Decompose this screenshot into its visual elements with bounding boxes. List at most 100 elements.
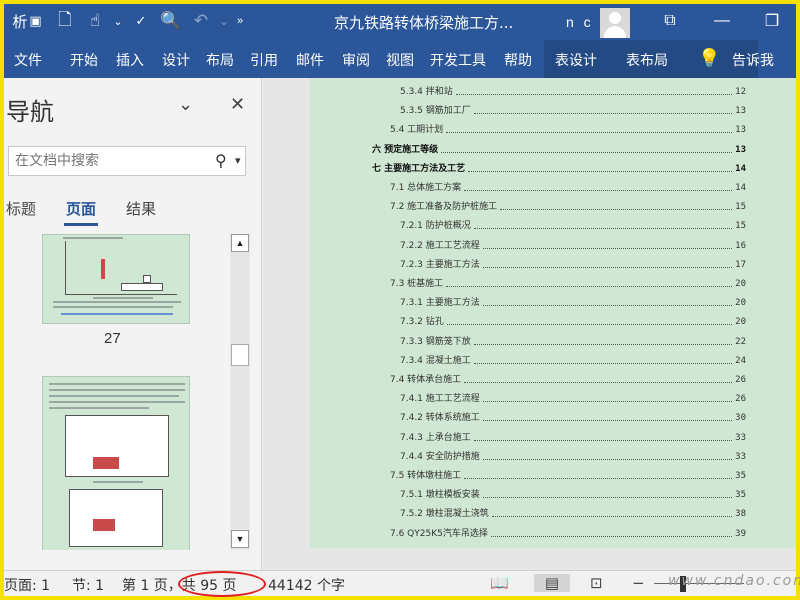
toc-entry-page: 33 (735, 451, 746, 462)
toc-entry-text: 7.3 桩基施工 (390, 279, 444, 289)
toc-entry[interactable]: 7.5.2 墩柱混凝土浇筑 38 (400, 500, 746, 519)
toc-entry-page: 24 (735, 355, 746, 366)
print-layout-icon[interactable]: ▤ (534, 574, 570, 592)
app-icon[interactable]: 析 ▣ (4, 4, 50, 38)
nav-tab-headings[interactable]: 标题 (6, 198, 36, 219)
toc-entry[interactable]: 7.3.1 主要施工方法 20 (400, 289, 746, 308)
restore-icon[interactable]: ❐ (750, 4, 794, 38)
touch-mode-icon[interactable]: ☝ (80, 4, 110, 38)
tab-review[interactable]: 审阅 (342, 50, 370, 70)
scroll-up-icon[interactable]: ▲ (231, 234, 249, 252)
toc-entry-page: 20 (735, 298, 746, 309)
web-layout-icon[interactable]: ⊡ (590, 574, 603, 592)
toc-entry-text: 7.3.2 钻孔 (400, 317, 444, 328)
toc-entry[interactable]: 7.6 QY25K5汽车吊选择 39 (390, 520, 746, 539)
toc-entry[interactable]: 7.2.3 主要施工方法 17 (400, 251, 746, 270)
title-bar: 析 ▣ 🗋 ☝ ⌄ ✓ 🔍 ↶ ⌄ » 京九铁路转体桥梁施工方... n c ⧉ … (4, 4, 796, 38)
toc-entry[interactable]: 7.2.2 施工工艺流程 16 (400, 232, 746, 251)
nav-tab-results[interactable]: 结果 (126, 198, 156, 219)
toc-entry[interactable]: 7.3.3 钢筋笼下放 22 (400, 328, 746, 347)
page-thumbnail-27[interactable] (42, 234, 190, 324)
nav-search-input[interactable] (9, 147, 209, 175)
search-icon[interactable]: ⚲ (215, 151, 227, 171)
scroll-down-icon[interactable]: ▼ (231, 530, 249, 548)
tab-layout[interactable]: 布局 (206, 50, 234, 70)
scroll-thumb[interactable] (231, 344, 249, 366)
toc-entry[interactable]: 7.5 转体墩柱施工 35 (390, 462, 746, 481)
toc-leader-dots (473, 343, 733, 345)
toc-entry[interactable]: 7.4.4 安全防护措施 33 (400, 443, 746, 462)
document-page[interactable]: 5.3.4 拌和站 12 5.3.5 钢筋加工厂 13 5.4 工期计划 13 六 预定施工… (310, 78, 796, 548)
toc-entry[interactable]: 5.3.5 钢筋加工厂 13 (400, 97, 746, 116)
toc-entry-text: 7.4.2 转体系统施工 (400, 413, 480, 424)
tab-insert[interactable]: 插入 (116, 50, 144, 70)
toc-entry[interactable]: 六 预定施工等级 13 (372, 136, 746, 155)
toc-entry[interactable]: 5.3.4 拌和站 12 (400, 78, 746, 97)
toc-entry-text: 7.5.2 墩柱混凝土浇筑 (400, 509, 489, 520)
toc-entry-text: 7.4.1 施工工艺流程 (400, 394, 480, 405)
toc-entry-text: 7.2.3 主要施工方法 (400, 259, 480, 270)
document-title: 京九铁路转体桥梁施工方... (334, 14, 514, 32)
toc-leader-dots (464, 382, 733, 383)
toc-entry[interactable]: 7.2.1 防护桩概况 15 (400, 212, 746, 231)
tell-me-box[interactable]: 告诉我 (732, 50, 774, 70)
tab-developer[interactable]: 开发工具 (430, 50, 486, 70)
nav-pane-options-icon[interactable]: ⌄ (178, 94, 193, 115)
toc-entry[interactable]: 7.1 总体施工方案 14 (390, 174, 746, 193)
user-avatar[interactable] (600, 8, 630, 38)
lightbulb-icon[interactable]: 💡 (698, 48, 720, 69)
toc-entry[interactable]: 7.4.1 施工工艺流程 26 (400, 385, 746, 404)
toc-entry[interactable]: 5.4 工期计划 13 (390, 116, 746, 135)
nav-tab-pages[interactable]: 页面 (66, 198, 96, 219)
user-name[interactable]: n c (566, 14, 594, 30)
toc-entry[interactable]: 7.4.2 转体系统施工 30 (400, 404, 746, 423)
spelling-check-icon[interactable]: ✓ (126, 4, 156, 38)
toc-leader-dots (446, 324, 733, 326)
toc-entry-page: 22 (735, 336, 746, 347)
tab-file[interactable]: 文件 (14, 50, 42, 70)
tab-home[interactable]: 开始 (70, 50, 98, 70)
tab-help[interactable]: 帮助 (504, 50, 532, 70)
status-word-count[interactable]: 44142 个字 (268, 575, 345, 595)
tab-mailings[interactable]: 邮件 (296, 50, 324, 70)
undo-dropdown-icon[interactable]: ⌄ (216, 4, 232, 38)
status-page[interactable]: 页面: 1 (4, 575, 50, 595)
nav-search-box[interactable]: ⚲ ▾ (8, 146, 246, 176)
thumbnail-page-number: 27 (104, 330, 121, 347)
ribbon-tabs: 文件 开始 插入 设计 布局 引用 邮件 审阅 视图 开发工具 帮助 表设计 表… (4, 38, 796, 78)
nav-pane-close-icon[interactable]: ✕ (230, 94, 245, 115)
toc-entry-page: 35 (735, 490, 746, 501)
toc-entry[interactable]: 7.4 转体承台施工 26 (390, 366, 746, 385)
toc-entry-text: 7.3.1 主要施工方法 (400, 298, 480, 309)
tab-references[interactable]: 引用 (250, 50, 278, 70)
search-dropdown-icon[interactable]: ▾ (235, 154, 241, 167)
toc-entry[interactable]: 七 主要施工方法及工艺 14 (372, 155, 746, 174)
undo-icon[interactable]: ↶ (186, 4, 216, 38)
toc-entry[interactable]: 7.3 桩基施工 20 (390, 270, 746, 289)
toc-entry[interactable]: 7.3.4 混凝土施工 24 (400, 347, 746, 366)
touch-mode-dropdown-icon[interactable]: ⌄ (110, 4, 126, 38)
zoom-out-icon[interactable]: − (632, 574, 645, 592)
new-document-icon[interactable]: 🗋 (50, 4, 80, 38)
tab-view[interactable]: 视图 (386, 50, 414, 70)
read-mode-icon[interactable]: 📖 (490, 574, 509, 592)
page-thumbnail-28[interactable] (42, 376, 190, 550)
status-section[interactable]: 节: 1 (72, 575, 104, 595)
nav-scrollbar[interactable]: ▲ ▼ (230, 234, 250, 550)
toc-entry[interactable]: 7.5.1 墩柱模板安装 35 (400, 481, 746, 500)
toc-entry[interactable]: 7.2 施工准备及防护桩施工 15 (390, 193, 746, 212)
tab-table-layout[interactable]: 表布局 (626, 50, 668, 70)
toc-leader-dots (441, 151, 733, 153)
tab-table-design[interactable]: 表设计 (555, 50, 597, 70)
toc-entry-page: 20 (735, 317, 746, 328)
ribbon-display-options-icon[interactable]: ⧉ (648, 4, 692, 38)
print-preview-icon[interactable]: 🔍 (156, 4, 186, 38)
toc-entry[interactable]: 7.4.3 上承台施工 33 (400, 424, 746, 443)
minimize-icon[interactable]: — (700, 4, 744, 38)
document-area[interactable]: 5.3.4 拌和站 12 5.3.5 钢筋加工厂 13 5.4 工期计划 13 六 预定施工… (264, 78, 796, 570)
tab-design[interactable]: 设计 (162, 50, 190, 70)
customize-toolbar-icon[interactable]: » (232, 4, 248, 38)
toc-entry[interactable]: 7.3.2 钻孔 20 (400, 308, 746, 327)
toc-entry-text: 七 主要施工方法及工艺 (372, 163, 466, 174)
toc-entry-page: 30 (735, 413, 746, 424)
